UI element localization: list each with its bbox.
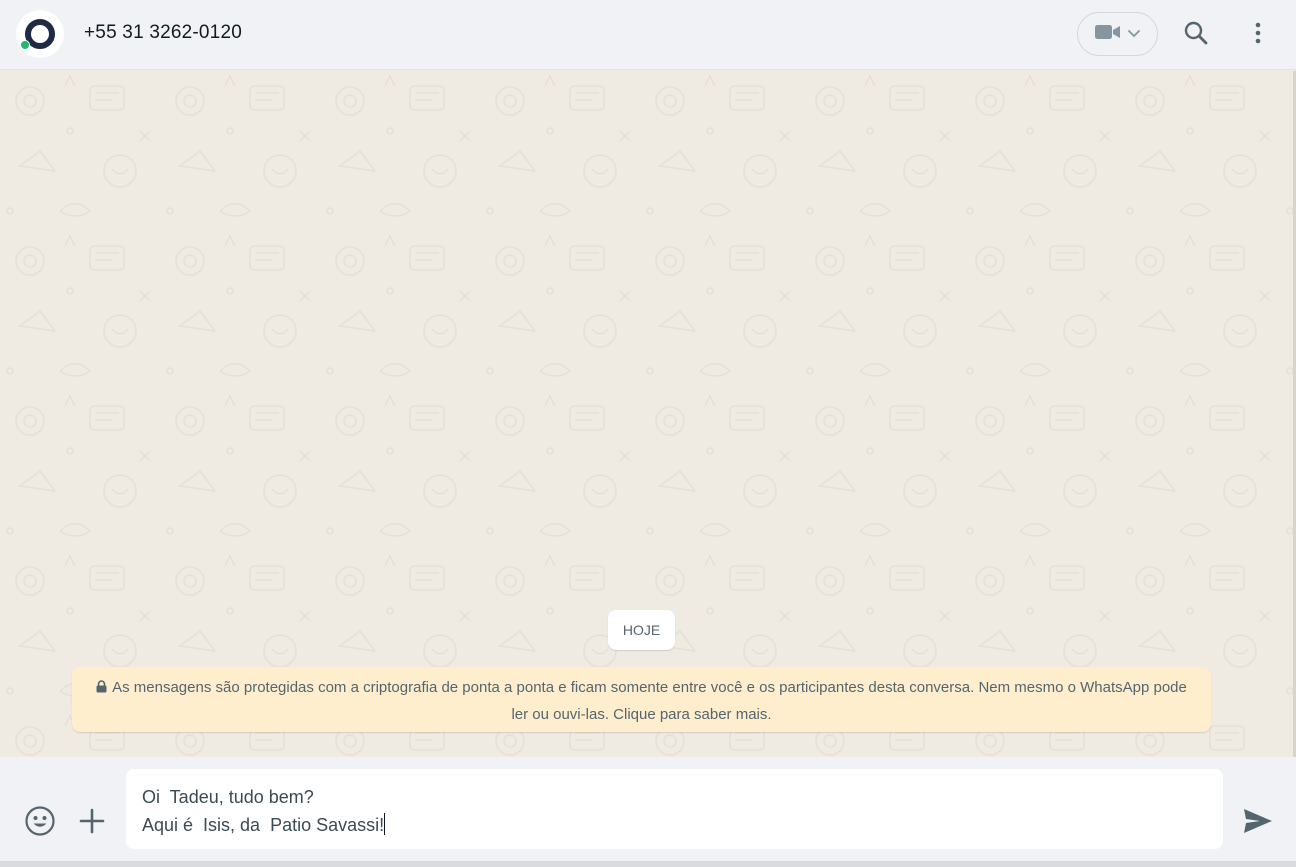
send-icon — [1242, 807, 1274, 840]
send-button[interactable] — [1238, 803, 1278, 843]
encryption-notice-text: As mensagens são protegidas com a cripto… — [112, 679, 1187, 723]
composer-bar: Oi Tadeu, tudo bem? Aqui é Isis, da Pati… — [0, 757, 1296, 867]
text-caret — [384, 813, 386, 835]
search-button[interactable] — [1178, 17, 1214, 53]
message-line-1: Oi Tadeu, tudo bem? — [142, 787, 314, 807]
contact-avatar[interactable] — [16, 10, 64, 58]
online-status-dot — [20, 40, 30, 50]
lock-icon — [96, 676, 107, 702]
message-input[interactable]: Oi Tadeu, tudo bem? Aqui é Isis, da Pati… — [126, 769, 1223, 849]
message-line-2: Aqui é Isis, da Patio Savassi! — [142, 811, 1207, 839]
date-separator-badge: HOJE — [608, 610, 675, 650]
chat-header: +55 31 3262-0120 — [0, 0, 1296, 70]
more-vertical-icon — [1254, 21, 1262, 50]
message-line-2-text: Aqui é Isis, da Patio Savassi! — [142, 815, 385, 835]
video-camera-icon — [1094, 23, 1121, 46]
chat-area: HOJE As mensagens são protegidas com a c… — [0, 71, 1296, 757]
chat-background-pattern — [0, 71, 1296, 757]
search-icon — [1183, 20, 1209, 51]
menu-button[interactable] — [1240, 17, 1276, 53]
encryption-notice[interactable]: As mensagens são protegidas com a cripto… — [72, 667, 1211, 732]
chevron-down-icon — [1127, 25, 1141, 43]
emoji-button[interactable] — [22, 805, 58, 841]
attach-button[interactable] — [74, 805, 110, 841]
contact-name[interactable]: +55 31 3262-0120 — [84, 22, 242, 44]
video-call-button[interactable] — [1077, 12, 1158, 56]
plus-icon — [79, 808, 105, 839]
emoji-icon — [24, 805, 56, 842]
